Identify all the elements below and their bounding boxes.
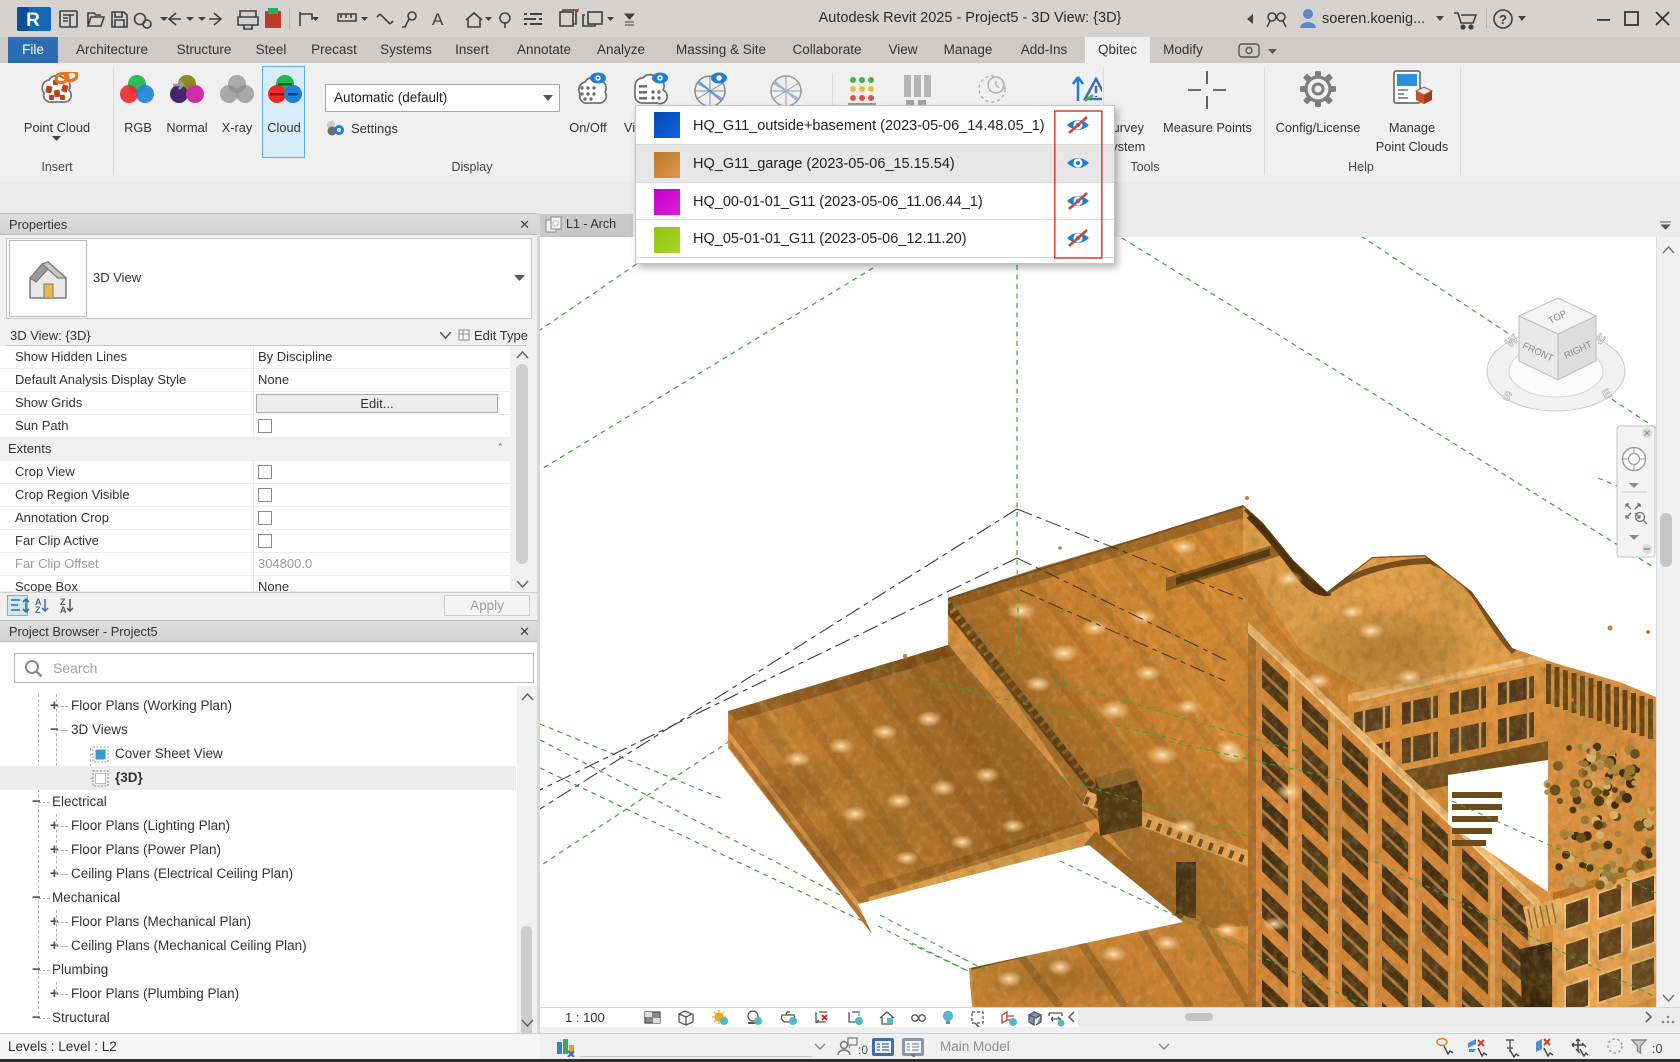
svg-text::0: :0 <box>1652 1042 1662 1056</box>
svg-text:A: A <box>432 10 444 29</box>
svg-text:A: A <box>60 605 67 614</box>
svg-text:soeren.koenig...: soeren.koenig... <box>1322 11 1425 27</box>
svg-text:Z: Z <box>35 605 41 614</box>
svg-text::0: :0 <box>858 1043 868 1057</box>
svg-text:R: R <box>26 10 40 31</box>
svg-text:?: ? <box>1499 12 1507 27</box>
